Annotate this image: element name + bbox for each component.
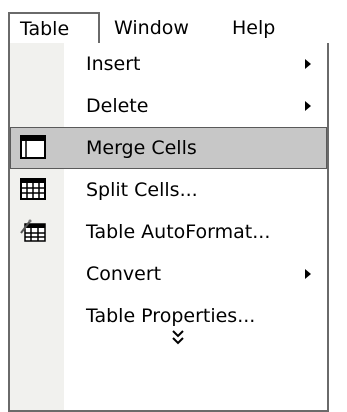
menu-item-merge-cells[interactable]: Merge Cells — [10, 127, 327, 169]
submenu-arrow-icon — [305, 59, 311, 69]
table-autoformat-icon — [20, 219, 46, 243]
menu-item-convert-label: Convert — [86, 263, 162, 285]
menu-help[interactable]: Help — [220, 13, 287, 43]
split-cells-icon — [20, 177, 46, 201]
submenu-arrow-icon — [305, 101, 311, 111]
screen: Table Window Help Insert Delete Merge Ce… — [0, 0, 347, 412]
menu-item-convert[interactable]: Convert — [10, 253, 327, 295]
double-chevron-down-icon[interactable] — [170, 328, 186, 346]
menu-table-label: Table — [20, 18, 70, 40]
menu-table[interactable]: Table — [8, 12, 100, 44]
menu-window[interactable]: Window — [102, 13, 201, 43]
menu-item-split-cells[interactable]: Split Cells... — [10, 169, 327, 211]
submenu-arrow-icon — [305, 269, 311, 279]
menu-help-label: Help — [232, 17, 276, 39]
menu-item-table-autoformat[interactable]: Table AutoFormat... — [10, 211, 327, 253]
menu-item-merge-cells-label: Merge Cells — [86, 137, 197, 159]
merge-cells-icon — [20, 135, 46, 159]
menu-item-split-cells-label: Split Cells... — [86, 179, 198, 201]
menu-item-table-autoformat-label: Table AutoFormat... — [86, 221, 271, 243]
table-menu-dropdown: Insert Delete Merge Cells Split Cells...… — [8, 43, 329, 412]
menu-window-label: Window — [114, 17, 189, 39]
menu-bar: Table Window Help — [0, 0, 347, 44]
menu-item-delete[interactable]: Delete — [10, 85, 327, 127]
menu-item-delete-label: Delete — [86, 95, 149, 117]
menu-item-insert-label: Insert — [86, 53, 141, 75]
menu-item-table-properties[interactable]: Table Properties... — [10, 295, 327, 337]
menu-item-insert[interactable]: Insert — [10, 43, 327, 85]
